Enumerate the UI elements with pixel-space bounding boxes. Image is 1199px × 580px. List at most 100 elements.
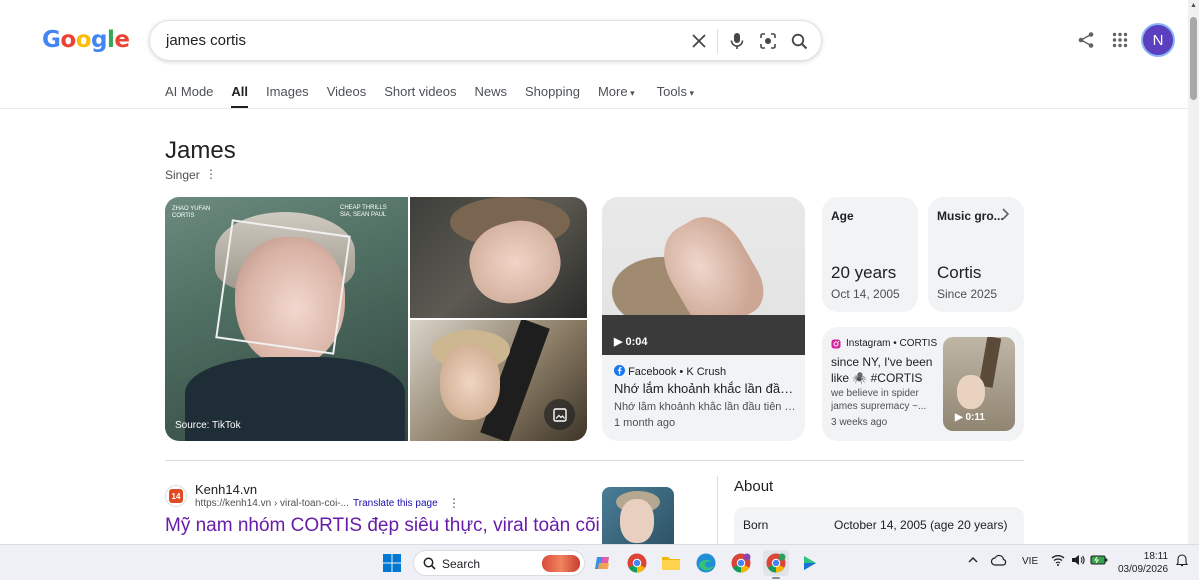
google-logo[interactable]: Google [42, 27, 130, 53]
microphone-icon[interactable] [725, 29, 749, 53]
result-title-link[interactable]: Mỹ nam nhóm CORTIS đẹp siêu thực, viral … [165, 515, 600, 537]
music-group-label: Music gro... [937, 209, 1004, 223]
facebook-video-card[interactable]: ▶ 0:04 Facebook • K Crush Nhớ lắm khoảnh… [602, 197, 805, 441]
main-image[interactable]: ZHAO YUFAN CORTIS CHEAP THRILLS SIA, SEA… [165, 197, 408, 441]
chevron-down-icon: ▾ [686, 88, 694, 98]
scroll-up-arrow[interactable]: ▲ [1188, 2, 1199, 9]
image-frame-overlay [215, 219, 351, 355]
wifi-icon[interactable] [1051, 554, 1065, 569]
windows-start-icon[interactable] [381, 552, 403, 574]
search-highlight-image [542, 555, 580, 572]
clock-date: 03/09/2026 [1118, 564, 1169, 575]
card-title[interactable]: since NY, I've been like 🕷️ #CORTIS #... [831, 354, 939, 386]
image-caption-right: CHEAP THRILLS SIA, SEAN PAUL [340, 205, 387, 218]
tab-label: News [474, 84, 507, 99]
apps-grid-icon[interactable] [1108, 28, 1132, 52]
section-divider [165, 460, 1024, 461]
language-indicator[interactable]: VIE [1022, 556, 1038, 567]
search-icon [423, 557, 436, 570]
card-source-text: Instagram • CORTIS [846, 338, 938, 349]
card-source-text: Facebook • K Crush [628, 366, 727, 378]
video-thumbnail: ▶ 0:04 [602, 197, 805, 355]
thumb-face-shape [620, 499, 654, 543]
logo-letter: G [42, 27, 61, 53]
more-options-icon[interactable]: ⋮ [205, 167, 217, 181]
more-images-button[interactable] [544, 399, 575, 430]
tab-images[interactable]: Images [266, 84, 309, 108]
search-box[interactable]: james cortis [149, 20, 822, 61]
system-clock[interactable]: 18:11 03/09/2026 [1118, 550, 1168, 576]
file-explorer-icon[interactable] [660, 552, 682, 574]
scrollbar-thumb[interactable] [1190, 17, 1197, 100]
translate-link[interactable]: Translate this page [353, 498, 438, 509]
taskbar-search-label: Search [442, 557, 481, 571]
entity-subtitle: Singer [165, 168, 200, 182]
tab-label: Shopping [524, 84, 580, 99]
card-description: Nhớ lắm khoảnh khắc lần đầu tiên James..… [614, 401, 799, 413]
born-row: Born October 14, 2005 (age 20 years) [734, 507, 1024, 545]
card-time: 3 weeks ago [831, 417, 888, 428]
age-card[interactable]: Age 20 years Oct 14, 2005 [822, 197, 918, 312]
result-thumbnail[interactable] [602, 487, 674, 545]
active-app-indicator [772, 577, 780, 579]
media-app-icon[interactable] [799, 552, 821, 574]
favicon-text: 14 [169, 489, 183, 503]
tab-label: All [231, 84, 249, 99]
tab-all[interactable]: All [231, 84, 249, 109]
image-top-right[interactable] [410, 197, 587, 318]
tab-news[interactable]: News [474, 84, 507, 108]
result-url[interactable]: https://kenh14.vn › viral-toan-coi-... [195, 498, 349, 509]
edge-icon[interactable] [695, 552, 717, 574]
tab-label: Short videos [384, 84, 457, 99]
video-thumbnail: ▶ 0:11 [943, 337, 1015, 431]
cloud-icon[interactable] [990, 554, 1007, 569]
clock-time: 18:11 [1143, 551, 1169, 562]
logo-letter: l [106, 27, 115, 53]
tab-shopping[interactable]: Shopping [525, 84, 580, 108]
search-divider [717, 29, 718, 53]
about-divider [717, 476, 718, 546]
born-label: Born [743, 518, 769, 532]
chrome-active-icon[interactable] [763, 550, 789, 576]
result-menu-icon[interactable]: ⋮ [448, 496, 460, 510]
age-value: 20 years [831, 263, 897, 282]
music-group-value: Cortis [937, 263, 982, 282]
card-title[interactable]: Nhớ lắm khoảnh khắc lần đầu tiên... [614, 381, 799, 396]
copilot-icon[interactable] [592, 552, 614, 574]
duration-text: 0:11 [965, 412, 985, 423]
tab-tools[interactable]: Tools ▾ [657, 84, 694, 108]
share-icon[interactable] [1074, 28, 1098, 52]
image-face-shape [440, 345, 500, 420]
image-caption-left: ZHAO YUFAN CORTIS [172, 206, 211, 219]
chrome-profile-icon[interactable] [730, 552, 752, 574]
search-input[interactable]: james cortis [166, 32, 246, 49]
site-favicon[interactable]: 14 [165, 485, 187, 507]
battery-icon[interactable] [1090, 554, 1108, 569]
tab-more[interactable]: More ▾ [598, 84, 635, 108]
lens-icon[interactable] [756, 29, 780, 53]
image-icon [552, 407, 567, 422]
tab-short-videos[interactable]: Short videos [384, 84, 456, 108]
tab-label: Tools [656, 84, 687, 99]
video-duration: ▶ 0:04 [614, 336, 648, 348]
account-avatar[interactable]: N [1143, 25, 1173, 55]
clear-icon[interactable] [687, 29, 711, 53]
instagram-video-card[interactable]: Instagram • CORTIS since NY, I've been l… [822, 327, 1024, 441]
notification-bell-icon[interactable] [1175, 553, 1189, 570]
tray-overflow-icon[interactable] [968, 556, 978, 567]
taskbar-search[interactable]: Search [413, 550, 585, 576]
taskbar: Search VIE 18:11 03/09/2026 [0, 544, 1199, 580]
search-icon[interactable] [787, 29, 811, 53]
result-site-name[interactable]: Kenh14.vn [195, 482, 257, 497]
tab-ai-mode[interactable]: AI Mode [165, 84, 213, 108]
tabs-divider [0, 108, 1188, 109]
thumb-face-shape [957, 375, 985, 409]
music-group-card[interactable]: Music gro... Cortis Since 2025 [928, 197, 1024, 312]
birth-date: Oct 14, 2005 [831, 287, 900, 301]
chevron-right-icon [1001, 207, 1010, 225]
video-duration: ▶ 0:11 [955, 412, 985, 423]
chrome-icon[interactable] [626, 552, 648, 574]
volume-icon[interactable] [1071, 554, 1085, 569]
tab-label: More [597, 84, 628, 99]
tab-videos[interactable]: Videos [327, 84, 367, 108]
